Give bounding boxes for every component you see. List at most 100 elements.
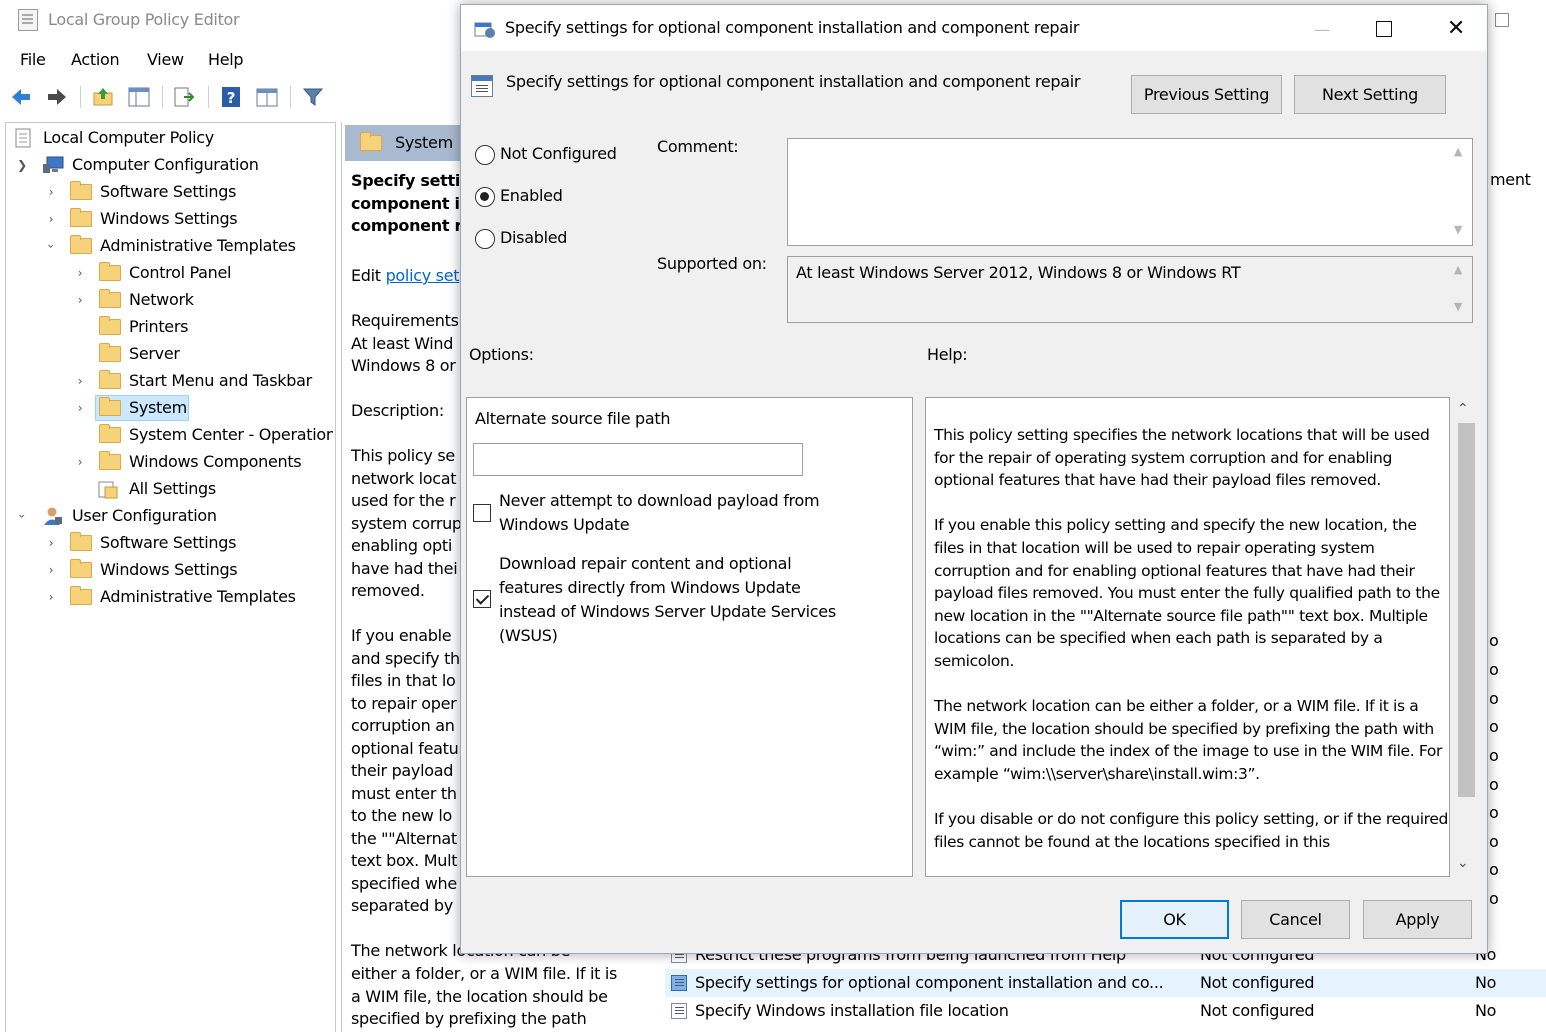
scroll-down-icon[interactable]: ⌄	[1457, 855, 1469, 871]
chevron-right-icon[interactable]: ›	[73, 368, 87, 394]
tree-item-cc-administrative-templates[interactable]: › Administrative Templates	[13, 233, 313, 259]
policy-setting-icon	[671, 1003, 687, 1019]
folder-icon	[70, 208, 92, 227]
tree-item-user-configuration[interactable]: › User Configuration	[13, 503, 313, 529]
next-setting-button[interactable]: Next Setting	[1294, 75, 1446, 114]
chevron-right-icon[interactable]: ›	[44, 557, 58, 583]
tree-item-computer-configuration[interactable]: ❯ Computer Configuration	[13, 152, 313, 178]
previous-setting-button[interactable]: Previous Setting	[1131, 75, 1282, 114]
maximize-icon[interactable]	[1495, 13, 1509, 27]
up-folder-icon[interactable]	[92, 86, 114, 108]
tree-item-system-center[interactable]: System Center - Operation	[13, 422, 333, 448]
help-paragraph: If you disable or do not configure this …	[934, 810, 1449, 851]
enabled-radio[interactable]	[475, 187, 495, 207]
scroll-down-icon[interactable]: ▼	[1448, 223, 1468, 239]
tree-label: Windows Components	[129, 452, 302, 471]
comment-cell-fragment: o	[1489, 746, 1499, 765]
never-download-checkbox[interactable]	[473, 504, 491, 522]
comment-cell-fragment: o	[1489, 832, 1499, 851]
comment-column-header-fragment: ment	[1490, 170, 1531, 189]
download-from-windows-update-label[interactable]: Download repair content and optional fea…	[499, 552, 836, 648]
tree-item-uc-software-settings[interactable]: › Software Settings	[13, 530, 313, 556]
folder-icon	[99, 370, 121, 389]
supported-on-field: At least Windows Server 2012, Windows 8 …	[787, 256, 1473, 323]
tree-item-cc-windows-settings[interactable]: › Windows Settings	[13, 206, 313, 232]
apply-button[interactable]: Apply	[1363, 900, 1472, 939]
not-configured-label[interactable]: Not Configured	[500, 144, 617, 163]
tree-item-windows-components[interactable]: › Windows Components	[13, 449, 333, 475]
chevron-right-icon[interactable]: ›	[73, 260, 87, 286]
chevron-right-icon[interactable]: ›	[73, 287, 87, 313]
tree-item-cc-software-settings[interactable]: › Software Settings	[13, 179, 313, 205]
policy-setting-icon	[471, 75, 493, 97]
chevron-right-icon[interactable]: ›	[44, 206, 58, 232]
properties-view-icon[interactable]	[256, 86, 278, 108]
folder-icon	[70, 181, 92, 200]
filter-icon[interactable]	[302, 86, 324, 108]
menu-file[interactable]: File	[20, 50, 46, 69]
tree-item-control-panel[interactable]: › Control Panel	[13, 260, 313, 286]
tree-item-server[interactable]: Server	[13, 341, 313, 367]
scroll-up-icon[interactable]: ▲	[1448, 145, 1468, 161]
user-icon	[44, 507, 62, 525]
chevron-right-icon[interactable]: ›	[44, 530, 58, 556]
download-from-windows-update-checkbox[interactable]	[473, 590, 491, 608]
edit-policy-setting-link[interactable]: policy set	[386, 266, 460, 285]
setting-state: Not configured	[1200, 1001, 1315, 1020]
alternate-source-input[interactable]	[473, 443, 803, 476]
scroll-up-icon[interactable]: ⌃	[1457, 401, 1469, 417]
chevron-right-icon[interactable]: ›	[73, 395, 87, 421]
chevron-right-icon[interactable]: ›	[44, 179, 58, 205]
disabled-radio[interactable]	[475, 229, 495, 249]
tree-item-start-menu-taskbar[interactable]: › Start Menu and Taskbar	[13, 368, 333, 394]
edit-prefix: Edit	[351, 266, 386, 285]
menu-action[interactable]: Action	[71, 50, 120, 69]
help-scrollbar-thumb[interactable]	[1458, 423, 1475, 797]
enabled-label[interactable]: Enabled	[500, 186, 563, 205]
tree-item-uc-administrative-templates[interactable]: › Administrative Templates	[13, 584, 313, 610]
comment-cell-fragment: o	[1489, 803, 1499, 822]
ok-button[interactable]: OK	[1120, 900, 1229, 939]
tree-item-uc-windows-settings[interactable]: › Windows Settings	[13, 557, 313, 583]
menu-help[interactable]: Help	[208, 50, 244, 69]
folder-icon	[99, 316, 121, 335]
menu-view[interactable]: View	[147, 50, 184, 69]
tree-item-local-computer-policy[interactable]: Local Computer Policy	[13, 125, 313, 151]
maximize-icon[interactable]	[1376, 21, 1392, 37]
back-arrow-icon[interactable]	[10, 86, 32, 108]
tree-item-all-settings[interactable]: All Settings	[13, 476, 313, 502]
folder-icon	[99, 424, 121, 443]
chevron-right-icon[interactable]: ›	[73, 449, 87, 475]
help-icon[interactable]: ?	[220, 86, 242, 108]
tree-label: All Settings	[129, 479, 216, 498]
close-icon[interactable]: ✕	[1436, 11, 1476, 47]
never-download-label[interactable]: Never attempt to download payload from W…	[499, 489, 820, 537]
chevron-right-icon[interactable]: ›	[44, 584, 58, 610]
chevron-down-icon[interactable]: ›	[38, 239, 64, 253]
forward-arrow-icon[interactable]	[46, 86, 68, 108]
disabled-label[interactable]: Disabled	[500, 228, 567, 247]
tree-item-system[interactable]: › System	[13, 395, 313, 421]
table-row[interactable]: Specify Windows installation file locati…	[665, 997, 1546, 1025]
setting-comment: No	[1475, 1001, 1497, 1020]
policy-setting-title: Specify settings for optional component …	[506, 72, 1081, 91]
export-list-icon[interactable]	[172, 86, 194, 108]
scroll-up-icon[interactable]: ▲	[1448, 263, 1468, 279]
table-row-selected[interactable]: Specify settings for optional component …	[665, 969, 1546, 997]
comment-cell-fragment: o	[1489, 689, 1499, 708]
chevron-down-icon[interactable]: ❯	[15, 152, 29, 178]
tree-label: Local Computer Policy	[43, 128, 214, 147]
not-configured-radio[interactable]	[475, 145, 495, 165]
scroll-down-icon[interactable]: ▼	[1448, 300, 1468, 316]
help-paragraph: The network location can be either a fol…	[934, 697, 1443, 783]
comment-textarea[interactable]: ▲ ▼	[787, 138, 1473, 246]
cancel-button[interactable]: Cancel	[1241, 900, 1350, 939]
tree-label: Control Panel	[129, 263, 232, 282]
show-hide-tree-icon[interactable]	[128, 86, 150, 108]
tree-item-network[interactable]: › Network	[13, 287, 313, 313]
minimize-icon[interactable]: —	[1299, 15, 1345, 45]
chevron-down-icon[interactable]: ›	[9, 509, 35, 523]
tree-label: System	[129, 398, 187, 417]
tree-item-printers[interactable]: Printers	[13, 314, 313, 340]
comment-cell-fragment: o	[1489, 860, 1499, 879]
